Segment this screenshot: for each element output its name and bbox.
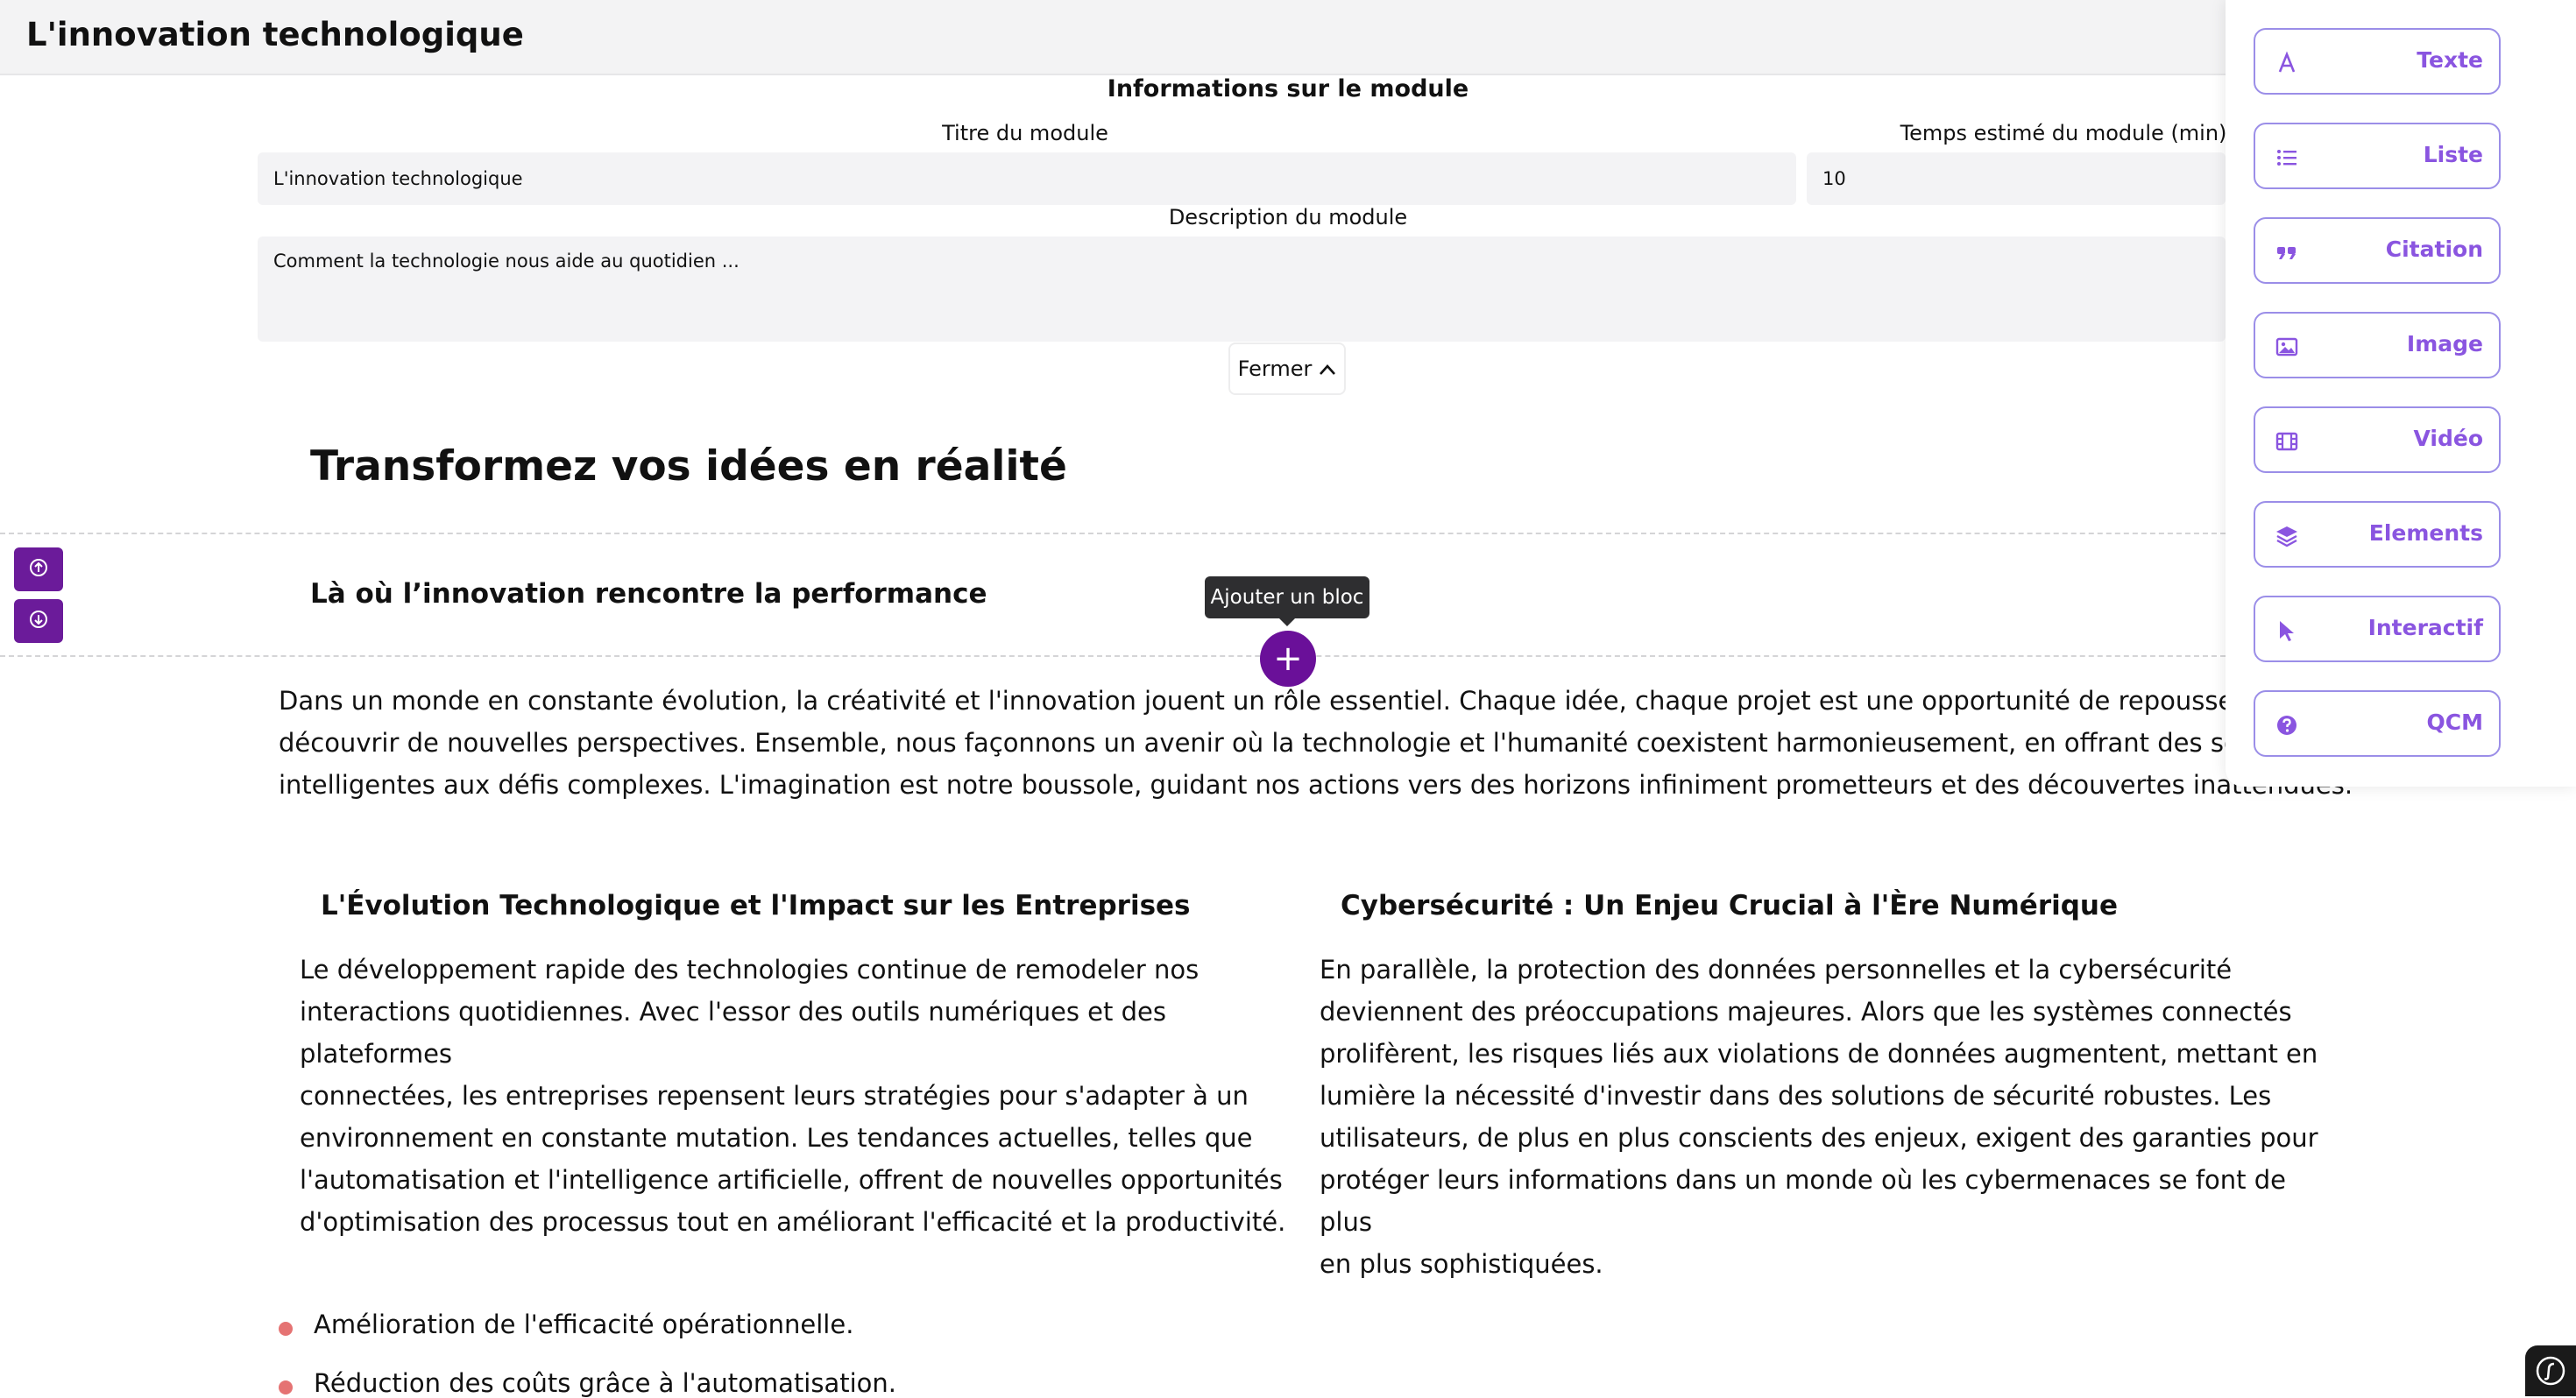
right-column-line: utilisateurs, de plus en plus conscients… — [1320, 1123, 2318, 1153]
block-tools-sidebar: Texte Liste Citation Image Vidéo Element… — [2226, 0, 2576, 787]
left-column-line: connectées, les entreprises repensent le… — [300, 1081, 1249, 1111]
cursor-icon — [2275, 618, 2299, 643]
tool-label: Citation — [2385, 237, 2483, 262]
tool-elements-button[interactable]: Elements — [2254, 501, 2501, 568]
intro-line: découvrir de nouvelles perspectives. Ens… — [279, 728, 2325, 758]
left-column-line: environnement en constante mutation. Les… — [300, 1123, 1253, 1153]
list-icon — [2275, 145, 2299, 170]
layers-icon — [2275, 524, 2299, 548]
intro-paragraph: Dans un monde en constante évolution, la… — [279, 680, 2381, 806]
left-column-line: interactions quotidiennes. Avec l'essor … — [300, 997, 1166, 1069]
tool-label: QCM — [2426, 710, 2483, 735]
tool-liste-button[interactable]: Liste — [2254, 123, 2501, 189]
right-column-line: En parallèle, la protection des données … — [1320, 955, 2233, 985]
tool-label: Interactif — [2367, 615, 2483, 640]
bullet-dot — [279, 1322, 293, 1336]
right-column-line: protéger leurs informations dans un mond… — [1320, 1165, 2287, 1237]
debug-toolbar-icon[interactable] — [2525, 1345, 2576, 1396]
chevron-up-icon — [1319, 357, 1336, 381]
question-icon — [2275, 713, 2299, 738]
module-title-label: Titre du module — [942, 121, 1108, 145]
intro-line: Dans un monde en constante évolution, la… — [279, 686, 2381, 716]
bullet-dot — [279, 1380, 293, 1394]
left-column-line: l'automatisation et l'intelligence artif… — [300, 1165, 1283, 1195]
left-column-line: Le développement rapide des technologies… — [300, 955, 1200, 985]
intro-line: intelligentes aux défis complexes. L'ima… — [279, 770, 2353, 800]
left-column-title: L'Évolution Technologique et l'Impact su… — [321, 890, 1191, 921]
right-column-line: deviennent des préoccupations majeures. … — [1320, 997, 2292, 1027]
content-subheading: Là où l’innovation rencontre la performa… — [310, 578, 987, 610]
tool-texte-button[interactable]: Texte — [2254, 28, 2501, 95]
quote-icon — [2275, 240, 2299, 265]
tool-label: Vidéo — [2413, 426, 2483, 451]
text-icon — [2275, 51, 2299, 75]
tool-label: Liste — [2423, 142, 2483, 167]
right-column-line: en plus sophistiquées. — [1320, 1249, 1603, 1279]
right-column-title: Cybersécurité : Un Enjeu Crucial à l'Ère… — [1341, 890, 2119, 921]
tool-label: Image — [2406, 331, 2483, 357]
page-title: L'innovation technologique — [26, 16, 524, 53]
arrow-down-circle-icon — [28, 609, 49, 633]
module-info-title: Informations sur le module — [1107, 75, 1469, 102]
move-down-button[interactable] — [14, 599, 63, 643]
arrow-up-circle-icon — [28, 557, 49, 582]
close-module-info-button[interactable]: Fermer — [1228, 342, 1346, 395]
tool-label: Elements — [2368, 520, 2483, 546]
module-description-textarea[interactable]: Comment la technologie nous aide au quot… — [258, 237, 2226, 342]
tooltip-arrow — [1278, 618, 1296, 626]
video-icon — [2275, 429, 2299, 454]
right-column-line: lumière la nécessité d'investir dans des… — [1320, 1081, 2272, 1111]
module-time-input[interactable]: 10 — [1807, 152, 2226, 205]
right-column-line: prolifèrent, les risques liés aux violat… — [1320, 1039, 2318, 1069]
left-column-line: d'optimisation des processus tout en amé… — [300, 1207, 1286, 1237]
add-block-tooltip: Ajouter un bloc — [1205, 576, 1369, 618]
list-item-text: Réduction des coûts grâce à l'automatisa… — [314, 1368, 897, 1398]
tool-label: Texte — [2417, 47, 2483, 73]
list-item-text: Amélioration de l'efficacité opérationne… — [314, 1310, 854, 1339]
content-heading: Transformez vos idées en réalité — [310, 442, 1067, 491]
module-description-label: Description du module — [1168, 205, 1408, 229]
tool-interactif-button[interactable]: Interactif — [2254, 596, 2501, 662]
tool-citation-button[interactable]: Citation — [2254, 217, 2501, 284]
tool-image-button[interactable]: Image — [2254, 312, 2501, 378]
image-icon — [2275, 335, 2299, 359]
module-title-input[interactable]: L'innovation technologique — [258, 152, 1796, 205]
top-bar: L'innovation technologique — [0, 0, 2576, 75]
add-block-button[interactable]: + — [1260, 631, 1316, 687]
tool-qcm-button[interactable]: QCM — [2254, 690, 2501, 757]
left-column-text: Le développement rapide des technologies… — [300, 949, 1299, 1243]
move-up-button[interactable] — [14, 547, 63, 591]
tool-video-button[interactable]: Vidéo — [2254, 406, 2501, 473]
close-button-label: Fermer — [1237, 357, 1313, 381]
right-column-text: En parallèle, la protection des données … — [1320, 949, 2318, 1285]
